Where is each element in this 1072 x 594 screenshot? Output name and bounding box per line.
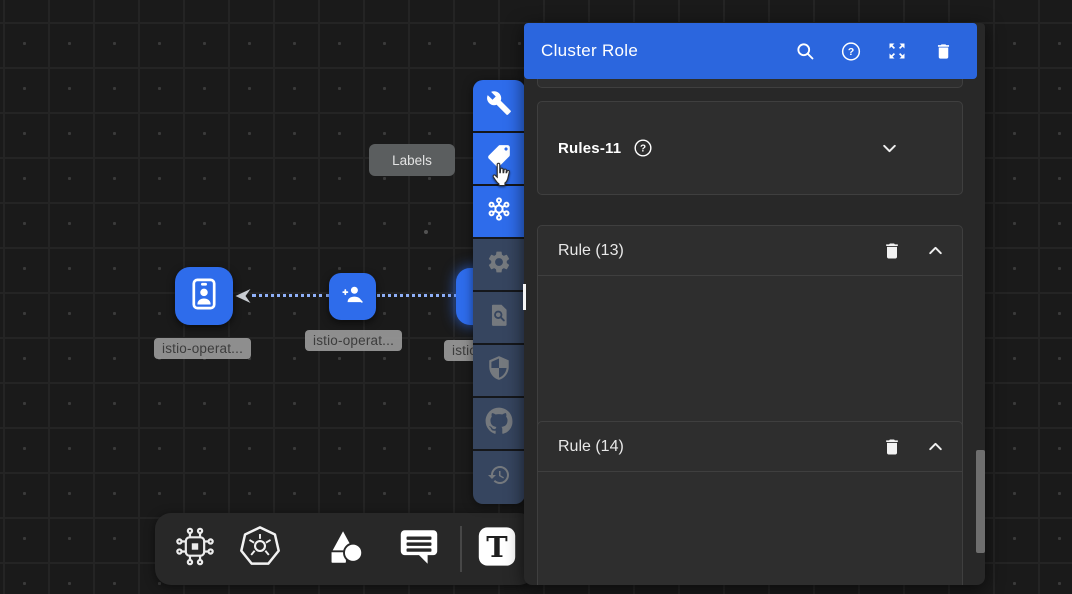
- search-icon[interactable]: [795, 41, 815, 61]
- gear-icon: [486, 249, 512, 280]
- rule-13-title: Rule (13): [558, 242, 624, 260]
- panel-title: Cluster Role: [541, 41, 638, 61]
- kubernetes-icon: [237, 524, 283, 575]
- rule-trash-icon[interactable]: [882, 241, 902, 261]
- svg-text:?: ?: [848, 47, 854, 58]
- cluster-role-panel: Cluster Role ? Rules-11: [524, 23, 985, 585]
- panel-header: Cluster Role ?: [524, 23, 977, 79]
- node-label[interactable]: istio-operat...: [154, 338, 251, 359]
- hand-cursor-icon: [488, 161, 516, 194]
- doc-search-icon: [486, 302, 512, 333]
- labels-tooltip: Labels: [369, 144, 455, 176]
- canvas-dot: [424, 230, 428, 234]
- github-button[interactable]: [473, 398, 525, 451]
- shapes-icon: [321, 524, 367, 575]
- chevron-up-icon[interactable]: [927, 438, 944, 455]
- edge-node3-to-node2: [377, 294, 457, 297]
- shapes-button[interactable]: [321, 524, 367, 575]
- history-icon: [487, 463, 511, 492]
- node-istio-operator-2[interactable]: [329, 273, 376, 320]
- rules-11-label: Rules-11: [558, 140, 621, 157]
- history-button[interactable]: [473, 451, 525, 504]
- tools-button[interactable]: [473, 80, 525, 133]
- rule-trash-icon[interactable]: [882, 437, 902, 457]
- shield-icon: [486, 355, 512, 386]
- expand-icon[interactable]: [887, 41, 907, 61]
- hub-icon: [485, 195, 513, 228]
- id-badge-icon: [186, 276, 222, 317]
- text-button[interactable]: T: [474, 524, 520, 575]
- edge-node2-to-node1: [252, 294, 330, 297]
- help-icon[interactable]: ?: [841, 41, 861, 61]
- chevron-down-icon[interactable]: [881, 140, 898, 157]
- rule-14-title: Rule (14): [558, 438, 624, 456]
- kubernetes-button[interactable]: [237, 524, 283, 575]
- rule-14-card: Rule (14) Rules-13 ?: [537, 421, 963, 585]
- bottom-toolbar: T: [155, 513, 535, 585]
- side-toolbar: [473, 80, 525, 504]
- chevron-up-icon[interactable]: [927, 242, 944, 259]
- designs-button[interactable]: [173, 525, 217, 574]
- user-add-icon: [339, 280, 367, 313]
- github-icon: [485, 407, 513, 440]
- dock-divider: [460, 526, 462, 572]
- wrench-icon: [486, 90, 512, 121]
- trash-icon[interactable]: [933, 41, 953, 61]
- panel-scrollbar[interactable]: [976, 450, 985, 553]
- svg-text:T: T: [486, 530, 508, 564]
- labels-tooltip-text: Labels: [392, 153, 432, 168]
- rules-11-card: Rules-11 ?: [537, 101, 963, 195]
- security-button[interactable]: [473, 345, 525, 398]
- help-circle-icon[interactable]: ?: [633, 138, 653, 158]
- node-istio-operator-1[interactable]: [175, 267, 233, 325]
- svg-text:?: ?: [640, 144, 646, 155]
- validate-button[interactable]: [473, 292, 525, 345]
- circuit-icon: [173, 525, 217, 574]
- comment-button[interactable]: [396, 524, 442, 575]
- settings-button[interactable]: [473, 239, 525, 292]
- edge-arrowhead-icon: [234, 288, 252, 309]
- comment-icon: [396, 524, 442, 575]
- panel-resize-handle[interactable]: [523, 284, 526, 310]
- node-label[interactable]: istio-operat...: [305, 330, 402, 351]
- text-icon: T: [474, 524, 520, 575]
